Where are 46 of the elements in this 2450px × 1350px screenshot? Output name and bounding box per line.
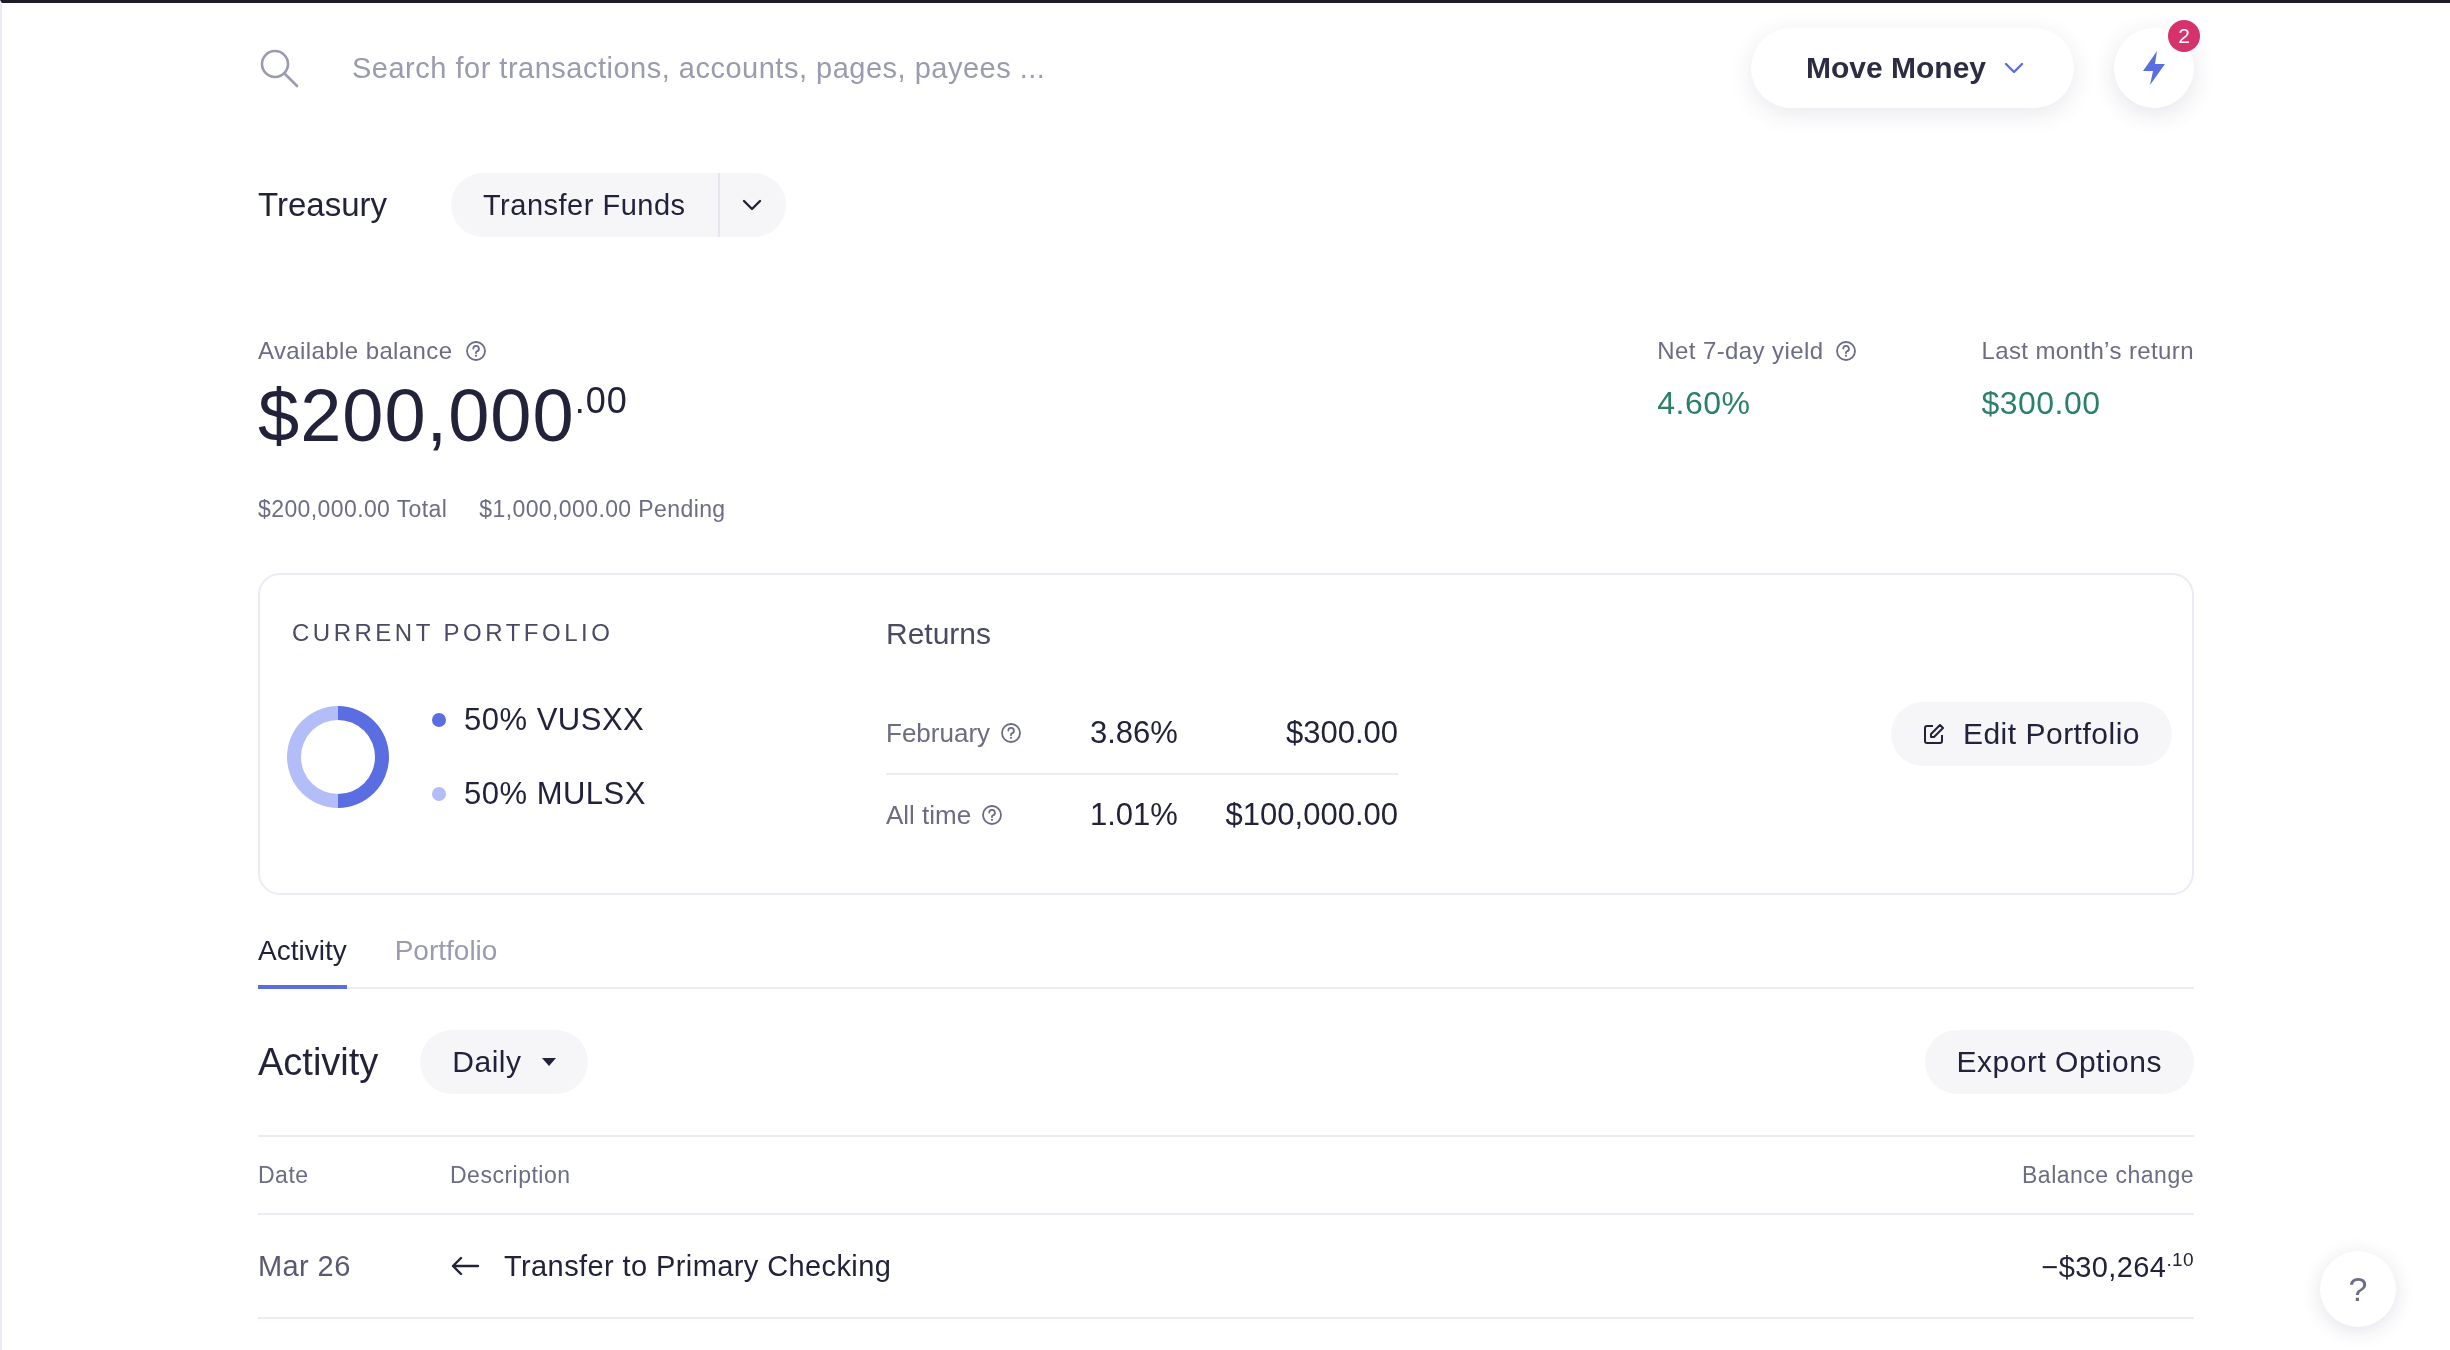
tab[interactable]: Activity — [258, 935, 347, 989]
edit-icon — [1922, 723, 1945, 745]
legend-label: 50% VUSXX — [464, 702, 645, 738]
balance-amount: $200,000$^{.00}$ — [258, 373, 629, 459]
stat-value: $300.00 — [1981, 385, 2102, 422]
notification-badge: 2 — [2168, 20, 2200, 52]
return-percent: 3.86% — [1090, 715, 1179, 751]
column-header: Balance change — [2022, 1161, 2194, 1189]
section-heading: CURRENT PORTFOLIO — [292, 619, 615, 647]
search-field[interactable]: Search for transactions, accounts, pages, payees ... — [352, 51, 1352, 85]
interval-dropdown[interactable]: Daily — [420, 1030, 588, 1094]
legend-label: 50% MULSX — [464, 776, 646, 812]
description-cell: Transfer to Primary Checking — [504, 1249, 892, 1283]
export-options-button[interactable]: Export Options — [1924, 1030, 2194, 1094]
section-heading: Activity — [258, 1040, 379, 1084]
search-icon — [258, 47, 300, 89]
stat-label: Last month’s return — [1981, 337, 2194, 365]
return-percent: 1.01% — [1090, 797, 1179, 833]
help-icon — [981, 804, 1004, 826]
move-money-button[interactable]: Move Money — [1750, 28, 2074, 108]
arrow-left-icon — [450, 1256, 480, 1276]
page-title: Treasury — [258, 186, 387, 224]
column-header: Description — [450, 1161, 572, 1189]
balance-label: Available balance — [258, 337, 453, 365]
period-label: All time — [886, 799, 972, 831]
pending-amount: $1,000,000.00 Pending — [479, 496, 726, 523]
column-header: Date — [258, 1161, 310, 1189]
help-icon — [464, 340, 487, 362]
total-amount: $200,000.00 Total — [258, 496, 448, 523]
edit-portfolio-button[interactable]: Edit Portfolio — [1890, 702, 2172, 766]
transfer-funds-button[interactable]: Transfer Funds — [451, 173, 720, 237]
period-label: February — [886, 717, 991, 749]
date-cell-text: Mar 26 — [258, 1249, 352, 1283]
return-amount: $100,000.00 — [1224, 797, 1398, 833]
help-icon — [1000, 722, 1023, 744]
stat-value: 4.60% — [1657, 385, 1752, 422]
returns-heading: Returns — [886, 617, 993, 651]
stat-label: Net 7-day yield — [1657, 337, 1824, 365]
chevron-down-icon — [741, 199, 762, 211]
help-button[interactable]: ? — [2320, 1251, 2396, 1327]
amount-cell: −$30,264$^{.10}$ — [2041, 1248, 2194, 1284]
caret-down-icon — [541, 1058, 556, 1066]
lightning-bolt-icon — [2141, 50, 2167, 86]
chevron-down-icon — [2004, 62, 2024, 74]
return-amount: $300.00 — [1284, 715, 1398, 751]
help-icon — [1835, 340, 1858, 362]
